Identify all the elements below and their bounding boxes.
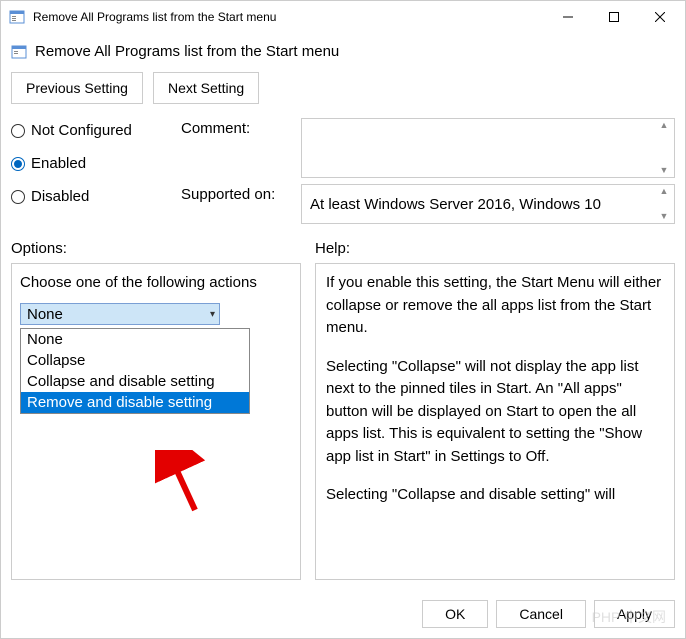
nav-buttons: Previous Setting Next Setting <box>11 72 675 104</box>
options-prompt: Choose one of the following actions <box>20 274 292 291</box>
comment-textarea[interactable]: ▲▼ <box>301 118 675 178</box>
dropdown-selected: None <box>27 306 63 323</box>
ok-button[interactable]: OK <box>422 600 488 628</box>
policy-title: Remove All Programs list from the Start … <box>35 43 339 60</box>
radio-disabled[interactable]: Disabled <box>11 188 171 205</box>
radio-label: Not Configured <box>31 122 132 139</box>
maximize-button[interactable] <box>591 1 637 33</box>
help-paragraph: Selecting "Collapse and disable setting"… <box>326 484 664 507</box>
cancel-button[interactable]: Cancel <box>496 600 586 628</box>
panel-labels: Options: Help: <box>11 240 675 257</box>
help-paragraph: If you enable this setting, the Start Me… <box>326 272 664 340</box>
dropdown-item-collapse[interactable]: Collapse <box>21 350 249 371</box>
previous-setting-button[interactable]: Previous Setting <box>11 72 143 104</box>
close-button[interactable] <box>637 1 683 33</box>
titlebar: Remove All Programs list from the Start … <box>1 1 685 33</box>
panels: Choose one of the following actions None… <box>11 263 675 580</box>
dropdown-item-remove-disable[interactable]: Remove and disable setting <box>21 392 249 413</box>
comment-row: Comment: ▲▼ <box>181 118 675 178</box>
comment-label: Comment: <box>181 118 291 178</box>
scroll-arrows: ▲▼ <box>656 119 672 177</box>
radio-icon <box>11 190 25 204</box>
state-radio-group: Not Configured Enabled Disabled <box>11 118 171 224</box>
supported-row: Supported on: At least Windows Server 20… <box>181 184 675 224</box>
policy-icon <box>11 44 27 60</box>
help-label: Help: <box>315 240 350 257</box>
radio-icon <box>11 124 25 138</box>
supported-value-box: At least Windows Server 2016, Windows 10… <box>301 184 675 224</box>
policy-header: Remove All Programs list from the Start … <box>11 43 675 60</box>
supported-label: Supported on: <box>181 184 291 224</box>
radio-enabled[interactable]: Enabled <box>11 155 171 172</box>
supported-value: At least Windows Server 2016, Windows 10 <box>310 196 601 213</box>
content-area: Remove All Programs list from the Start … <box>1 33 685 590</box>
options-panel: Choose one of the following actions None… <box>11 263 301 580</box>
dialog-footer: OK Cancel Apply <box>1 590 685 638</box>
dropdown-list: None Collapse Collapse and disable setti… <box>20 328 250 414</box>
dropdown-item-none[interactable]: None <box>21 329 249 350</box>
config-area: Not Configured Enabled Disabled Comment:… <box>11 118 675 224</box>
help-panel: If you enable this setting, the Start Me… <box>315 263 675 580</box>
radio-not-configured[interactable]: Not Configured <box>11 122 171 139</box>
minimize-button[interactable] <box>545 1 591 33</box>
radio-icon <box>11 157 25 171</box>
options-label: Options: <box>11 240 301 257</box>
dialog-window: Remove All Programs list from the Start … <box>0 0 686 639</box>
dropdown-item-collapse-disable[interactable]: Collapse and disable setting <box>21 371 249 392</box>
radio-label: Enabled <box>31 155 86 172</box>
apply-button[interactable]: Apply <box>594 600 675 628</box>
radio-label: Disabled <box>31 188 89 205</box>
fields-column: Comment: ▲▼ Supported on: At least Windo… <box>181 118 675 224</box>
help-paragraph: Selecting "Collapse" will not display th… <box>326 356 664 469</box>
app-icon <box>9 9 25 25</box>
action-dropdown[interactable]: None ▾ <box>20 303 220 325</box>
chevron-down-icon: ▾ <box>210 309 215 320</box>
next-setting-button[interactable]: Next Setting <box>153 72 259 104</box>
window-title: Remove All Programs list from the Start … <box>33 10 545 24</box>
scroll-arrows: ▲▼ <box>656 185 672 223</box>
